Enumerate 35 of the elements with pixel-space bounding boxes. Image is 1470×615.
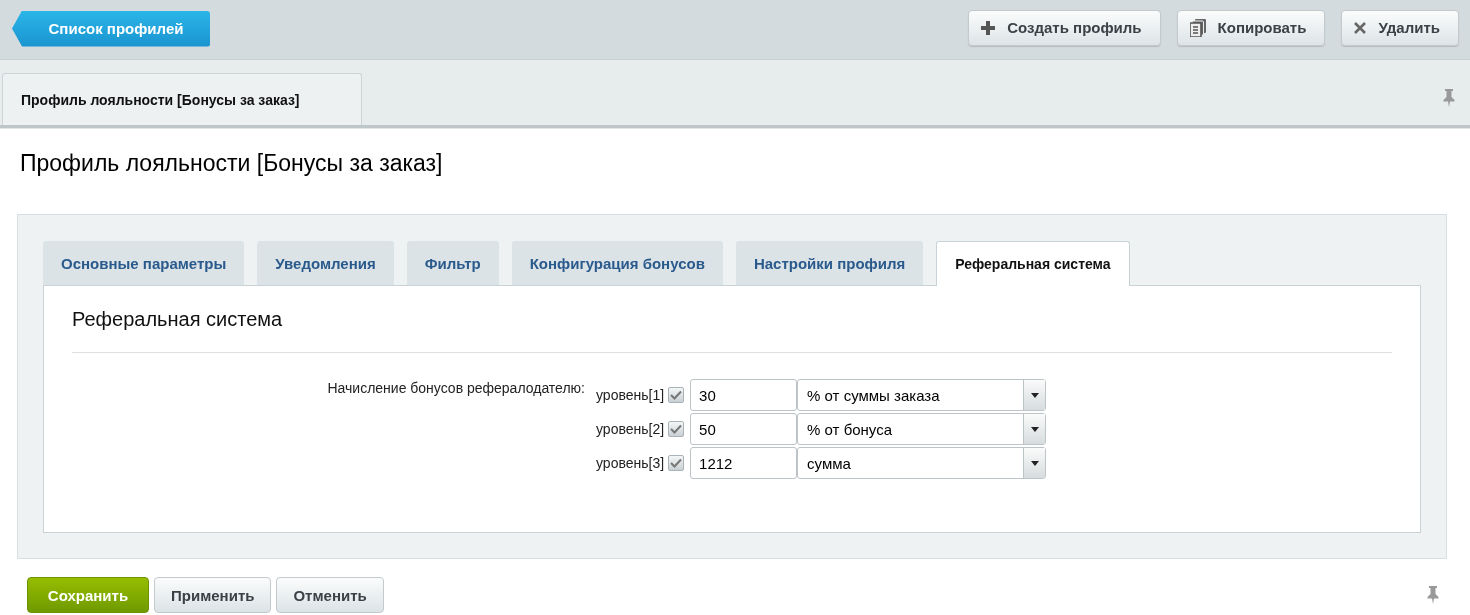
pin-icon bbox=[1442, 89, 1456, 107]
value-field[interactable]: 30 bbox=[690, 379, 798, 411]
close-icon bbox=[1354, 21, 1367, 34]
form-tab[interactable]: Настройки профиля bbox=[735, 241, 924, 285]
value-field[interactable]: 1212 bbox=[690, 447, 798, 479]
form-tab[interactable]: Уведомления bbox=[257, 241, 394, 285]
field-label: Начисление бонусов рефералодателю: bbox=[326, 379, 586, 398]
unit-dropdown[interactable]: % от суммы заказа bbox=[797, 379, 1047, 411]
form-tab[interactable]: Конфигурация бонусов bbox=[511, 241, 723, 285]
value-field[interactable]: 50 bbox=[690, 413, 798, 445]
page-tab[interactable]: Профиль лояльности [Бонусы за заказ] bbox=[2, 73, 362, 125]
delete-button[interactable]: Удалить bbox=[1341, 9, 1459, 46]
form-tab[interactable]: Реферальная система bbox=[936, 241, 1130, 286]
form-tab[interactable]: Фильтр bbox=[406, 241, 499, 285]
page-title: Профиль лояльности [Бонусы за заказ] bbox=[19, 149, 444, 178]
caret-icon bbox=[1030, 426, 1039, 432]
checkbox[interactable] bbox=[668, 421, 685, 437]
copy-button[interactable]: Копировать bbox=[1176, 9, 1326, 46]
copy-icon bbox=[1189, 18, 1206, 37]
pin-icon bbox=[1426, 586, 1440, 604]
section-title: Реферальная система bbox=[72, 308, 284, 332]
level-label: уровень[1] bbox=[596, 387, 665, 403]
checkbox[interactable] bbox=[668, 455, 685, 471]
form-tab[interactable]: Основные параметры bbox=[43, 241, 245, 285]
caret-icon bbox=[1030, 392, 1039, 398]
unit-dropdown[interactable]: сумма bbox=[797, 447, 1047, 479]
form-button[interactable]: Применить bbox=[154, 577, 272, 613]
form-button[interactable]: Отменить bbox=[276, 577, 384, 613]
unit-dropdown[interactable]: % от бонуса bbox=[797, 413, 1047, 445]
caret-icon bbox=[1030, 460, 1039, 466]
level-label: уровень[3] bbox=[596, 455, 665, 471]
plus-icon bbox=[981, 20, 996, 35]
level-label: уровень[2] bbox=[596, 421, 665, 437]
checkbox[interactable] bbox=[668, 387, 685, 403]
create-button[interactable]: Создать профиль bbox=[968, 9, 1161, 46]
